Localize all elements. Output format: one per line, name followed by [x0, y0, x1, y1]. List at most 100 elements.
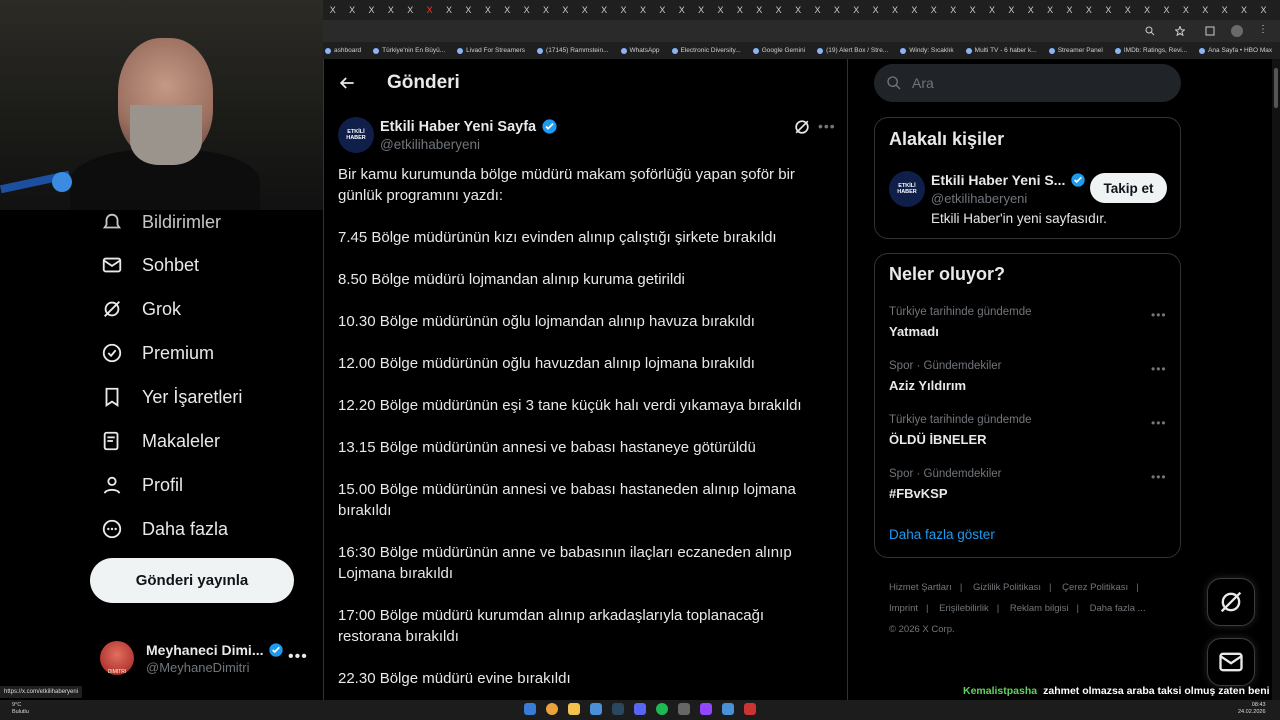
app-icon[interactable]: [744, 703, 756, 715]
steam-icon[interactable]: [612, 703, 624, 715]
browser-tab[interactable]: X: [439, 0, 458, 20]
footer-link[interactable]: Imprint: [889, 603, 918, 614]
grok-icon[interactable]: [792, 117, 812, 137]
browser-tab[interactable]: X: [1002, 0, 1021, 20]
browser-tab[interactable]: X: [401, 0, 420, 20]
extensions-icon[interactable]: [1205, 26, 1215, 36]
trend-name[interactable]: Yatmadı: [889, 324, 939, 339]
browser-tab[interactable]: X: [1234, 0, 1253, 20]
browser-tab[interactable]: X: [1040, 0, 1059, 20]
browser-tab[interactable]: X: [885, 0, 904, 20]
weather-widget[interactable]: 9°C Bulutlu: [12, 702, 29, 716]
footer-link[interactable]: Çerez Politikası: [1062, 582, 1128, 593]
bookmark-item[interactable]: Streamer Panel: [1048, 47, 1103, 54]
browser-tab[interactable]: X: [944, 0, 963, 20]
grok-fab[interactable]: [1207, 578, 1255, 626]
explorer-icon[interactable]: [568, 703, 580, 715]
bookmark-item[interactable]: Google Gemini: [752, 47, 805, 54]
related-handle[interactable]: @etkilihaberyeni: [931, 191, 1027, 206]
clock[interactable]: 08:43 24.02.2026: [1238, 702, 1266, 716]
trend-more-icon[interactable]: •••: [1151, 416, 1167, 430]
browser-tab[interactable]: X: [788, 0, 807, 20]
browser-tab[interactable]: X: [478, 0, 497, 20]
browser-tab[interactable]: X: [711, 0, 730, 20]
browser-tab[interactable]: X: [924, 0, 943, 20]
post-author[interactable]: Etkili Haber Yeni Sayfa: [380, 118, 558, 135]
browser-tab[interactable]: X: [691, 0, 710, 20]
browser-tab[interactable]: X: [1137, 0, 1156, 20]
trend-name[interactable]: #FBvKSP: [889, 486, 948, 501]
trend-more-icon[interactable]: •••: [1151, 308, 1167, 322]
twitch-icon[interactable]: [700, 703, 712, 715]
browser-tab[interactable]: X: [323, 0, 342, 20]
browser-tab[interactable]: X: [827, 0, 846, 20]
browser-tab[interactable]: X: [362, 0, 381, 20]
bookmark-item[interactable]: IMDb: Ratings, Revi...: [1114, 47, 1187, 54]
nav-item[interactable]: Premium: [100, 331, 214, 375]
star-icon[interactable]: [1175, 26, 1185, 36]
scrollbar[interactable]: [1272, 59, 1280, 700]
browser-tab[interactable]: X: [808, 0, 827, 20]
back-arrow-icon[interactable]: [337, 73, 357, 93]
browser-tab[interactable]: X: [575, 0, 594, 20]
follow-button[interactable]: Takip et: [1090, 173, 1167, 203]
nav-item[interactable]: Sohbet: [100, 243, 199, 287]
browser-tab[interactable]: X: [1215, 0, 1234, 20]
browser-tab[interactable]: X: [556, 0, 575, 20]
browser-tab[interactable]: X: [420, 0, 439, 20]
browser-tab[interactable]: X: [594, 0, 613, 20]
bookmark-item[interactable]: (17145) Rammstein...: [537, 47, 609, 54]
nav-item[interactable]: Grok: [100, 287, 181, 331]
address-bar[interactable]: ⋮: [323, 20, 1280, 42]
browser-tab[interactable]: X: [536, 0, 555, 20]
browser-tab[interactable]: X: [653, 0, 672, 20]
post-author-avatar[interactable]: ETKİLİ HABER: [338, 117, 374, 153]
app-icon[interactable]: [722, 703, 734, 715]
browser-tab[interactable]: X: [1176, 0, 1195, 20]
footer-link[interactable]: Hizmet Şartları: [889, 582, 952, 593]
messages-fab[interactable]: [1207, 638, 1255, 686]
app-icon[interactable]: [678, 703, 690, 715]
bookmark-item[interactable]: (19) Alert Box / Stre...: [817, 47, 888, 54]
app-icon[interactable]: [590, 703, 602, 715]
discord-icon[interactable]: [634, 703, 646, 715]
browser-tab[interactable]: X: [459, 0, 478, 20]
browser-tab[interactable]: X: [1157, 0, 1176, 20]
browser-tab[interactable]: X: [963, 0, 982, 20]
browser-menu-icon[interactable]: ⋮: [1258, 24, 1268, 35]
bookmark-item[interactable]: ashboard: [325, 47, 361, 54]
bookmark-item[interactable]: Multi TV - 6 haber k...: [965, 47, 1037, 54]
post-author-handle[interactable]: @etkilihaberyeni: [380, 137, 480, 152]
search-input[interactable]: Ara: [874, 64, 1181, 102]
browser-tab[interactable]: X: [1254, 0, 1273, 20]
trend-name[interactable]: ÖLDÜ İBNELER: [889, 432, 987, 447]
browser-tab[interactable]: X: [847, 0, 866, 20]
show-more-link[interactable]: Daha fazla göster: [889, 527, 995, 542]
browser-tab[interactable]: X: [517, 0, 536, 20]
browser-tab[interactable]: X: [769, 0, 788, 20]
browser-tab[interactable]: X: [342, 0, 361, 20]
browser-tab[interactable]: X: [633, 0, 652, 20]
browser-tab[interactable]: X: [1099, 0, 1118, 20]
account-more-icon[interactable]: •••: [288, 648, 308, 666]
profile-avatar[interactable]: [1231, 25, 1243, 37]
bookmark-item[interactable]: Livad For Streamers: [457, 47, 525, 54]
post-button[interactable]: Gönderi yayınla: [90, 558, 294, 603]
bookmark-item[interactable]: Electronic Diversity...: [671, 47, 741, 54]
nav-item[interactable]: Yer İşaretleri: [100, 375, 242, 419]
bookmark-item[interactable]: Ana Sayfa • HBO Max: [1199, 47, 1272, 54]
nav-item[interactable]: Makaleler: [100, 419, 220, 463]
chrome-icon[interactable]: [546, 703, 558, 715]
related-avatar[interactable]: ETKİLİ HABER: [889, 171, 925, 207]
bookmark-item[interactable]: WhatsApp: [620, 47, 660, 54]
footer-link[interactable]: Daha fazla ...: [1090, 603, 1146, 614]
zoom-icon[interactable]: [1145, 26, 1155, 36]
related-name[interactable]: Etkili Haber Yeni S...: [931, 172, 1086, 188]
browser-tab[interactable]: X: [1118, 0, 1137, 20]
trend-more-icon[interactable]: •••: [1151, 362, 1167, 376]
browser-tab[interactable]: X: [905, 0, 924, 20]
account-switcher[interactable]: DIMITRI Meyhaneci Dimi... @MeyhaneDimitr…: [100, 636, 314, 680]
browser-tab[interactable]: X: [750, 0, 769, 20]
browser-tab[interactable]: X: [1079, 0, 1098, 20]
browser-tab[interactable]: X: [614, 0, 633, 20]
